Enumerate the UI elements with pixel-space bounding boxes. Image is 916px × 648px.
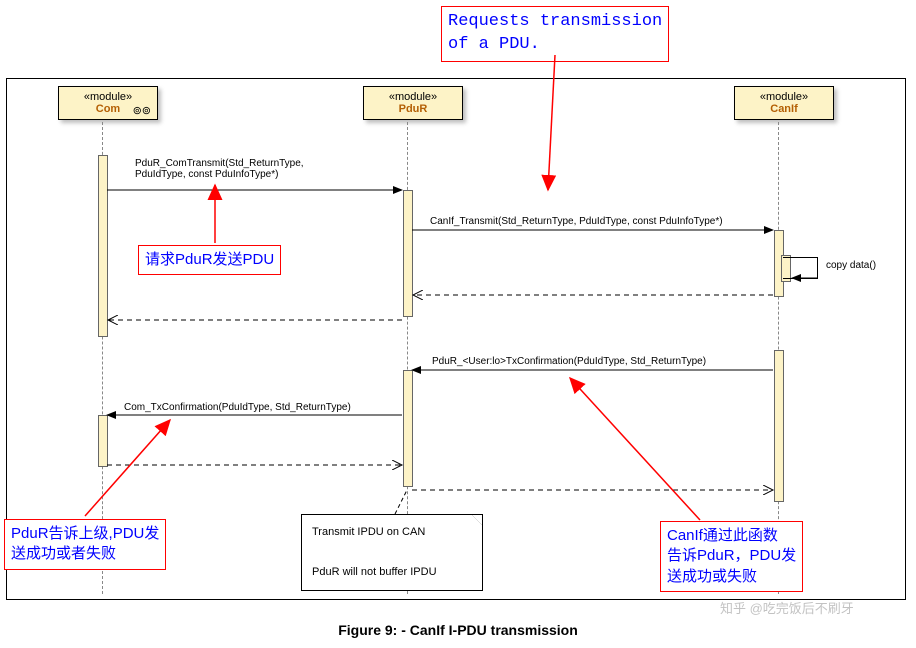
lifeline-canif: «module» CanIf (734, 86, 834, 120)
annotation-br: CanIf通过此函数 告诉PduR，PDU发 送成功或失败 (660, 521, 803, 592)
figure-caption: Figure 9: - CanIf I-PDU transmission (0, 622, 916, 638)
lifeline-name: Com (96, 103, 120, 115)
lifeline-name: PduR (399, 103, 428, 115)
activation-bar (403, 190, 413, 317)
uml-note: Transmit IPDU on CAN PduR will not buffe… (301, 514, 483, 591)
stereotype: «module» (370, 91, 456, 103)
activation-bar (774, 350, 784, 502)
self-call-bracket (783, 257, 818, 279)
msg-label: copy data() (826, 260, 876, 271)
annotation-bl: PduR告诉上级,PDU发 送成功或者失败 (4, 519, 166, 570)
msg-label: CanIf_Transmit(Std_ReturnType, PduIdType… (430, 216, 723, 227)
stereotype: «module» (65, 91, 151, 103)
watermark: 知乎 @吃完饭后不刷牙 (720, 598, 854, 617)
msg-label: Com_TxConfirmation(PduIdType, Std_Return… (124, 402, 351, 413)
diagram-root: { "lifelines": { "com": {"stereo": "«mod… (0, 0, 916, 648)
msg-label: PduR_<User:lo>TxConfirmation(PduIdType, … (432, 356, 706, 367)
annotation-mid: 请求PduR发送PDU (138, 245, 281, 275)
glasses-icon: ⊚⊚ (133, 104, 151, 117)
activation-bar (98, 155, 108, 337)
annotation-top: Requests transmission of a PDU. (441, 6, 669, 62)
stereotype: «module» (741, 91, 827, 103)
lifeline-com: «module» Com ⊚⊚ (58, 86, 158, 120)
note-fold-icon (471, 514, 483, 526)
lifeline-name: CanIf (770, 103, 798, 115)
note-text: Transmit IPDU on CAN PduR will not buffe… (312, 526, 437, 578)
lifeline-pdur: «module» PduR (363, 86, 463, 120)
activation-bar (403, 370, 413, 487)
activation-bar (98, 415, 108, 467)
msg-label: PduR_ComTransmit(Std_ReturnType, PduIdTy… (135, 158, 304, 180)
